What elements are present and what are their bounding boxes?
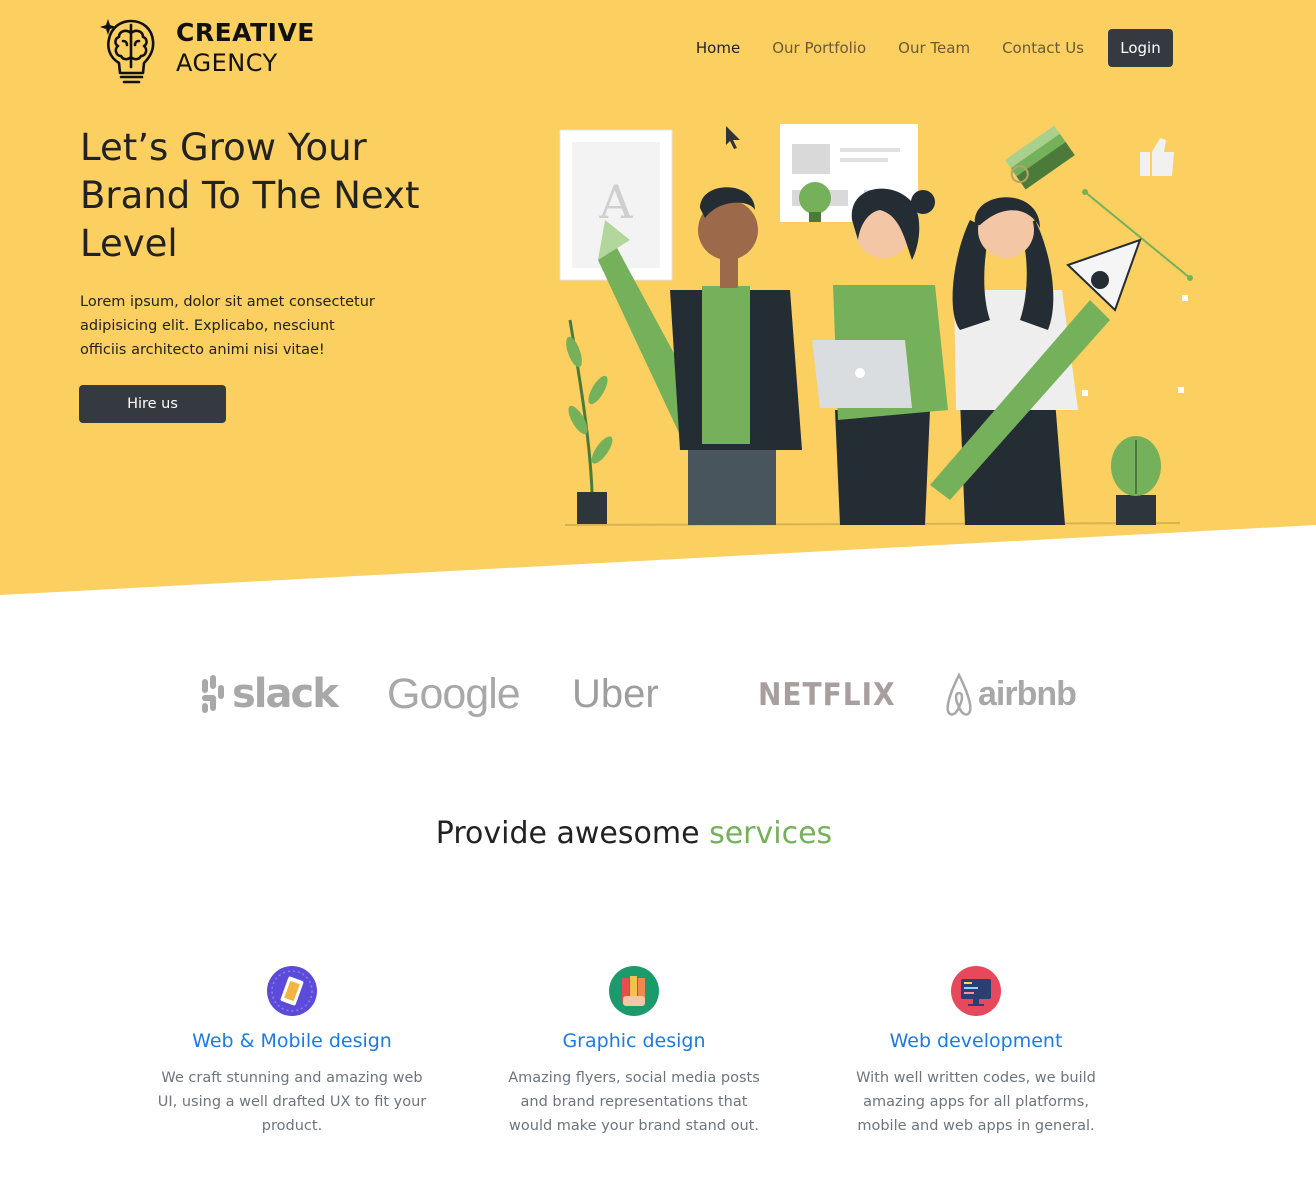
airbnb-icon [946, 672, 972, 716]
login-button[interactable]: Login [1108, 29, 1173, 67]
brand-logo[interactable]: CREATIVE AGENCY [99, 11, 315, 85]
service-card-graphic: Graphic design Amazing flyers, social me… [489, 966, 779, 1138]
slack-logo: slack [200, 662, 339, 726]
services-heading-main: Provide awesome [435, 816, 710, 851]
services-heading-accent: services [709, 816, 833, 851]
mobile-design-icon [267, 966, 317, 1016]
nav-home[interactable]: Home [696, 39, 740, 57]
slack-icon [202, 675, 224, 713]
color-palette-icon [609, 966, 659, 1016]
code-monitor-icon [951, 966, 1001, 1016]
service-description: With well written codes, we build amazin… [856, 1070, 1096, 1134]
hero-title: Let’s Grow Your Brand To The Next Level [80, 126, 420, 265]
service-card-web-dev: Web development With well written codes,… [831, 966, 1121, 1138]
service-card-web-mobile: Web & Mobile design We craft stunning an… [147, 966, 437, 1138]
swatches-graphic [1005, 125, 1075, 190]
airbnb-logo: airbnb [944, 662, 1077, 726]
team-illustration: A [559, 124, 1193, 526]
service-title: Web development [889, 1030, 1063, 1052]
google-logo: Google [387, 662, 521, 726]
brain-bulb-icon [100, 19, 155, 84]
svg-text:A: A [598, 175, 633, 229]
airbnb-wordmark: airbnb [978, 674, 1077, 713]
slack-wordmark: slack [232, 671, 339, 717]
services-heading: Provide awesome services [0, 816, 1268, 851]
netflix-logo: NETFLIX [758, 662, 896, 726]
plant-left-graphic [566, 319, 613, 524]
person-left-graphic [670, 187, 802, 525]
hero-description: Lorem ipsum, dolor sit amet consectetur … [80, 294, 375, 358]
service-description: We craft stunning and amazing web UI, us… [157, 1070, 427, 1134]
service-description: Amazing flyers, social media posts and b… [508, 1070, 760, 1134]
netflix-wordmark: NETFLIX [758, 675, 896, 713]
cactus-graphic [1111, 436, 1161, 525]
person-middle-graphic [812, 188, 948, 525]
brand-name-line1: CREATIVE [176, 18, 315, 47]
uber-logo: Uber [572, 662, 659, 726]
google-wordmark: Google [387, 669, 521, 718]
nav-portfolio[interactable]: Our Portfolio [772, 39, 866, 57]
service-title: Graphic design [562, 1030, 706, 1052]
partner-logos: slack Google Uber NETFLIX airbnb [200, 662, 1077, 726]
uber-wordmark: Uber [572, 671, 659, 716]
nav-team[interactable]: Our Team [898, 39, 970, 57]
main-nav: Home Our Portfolio Our Team Contact Us L… [664, 29, 1173, 67]
service-title: Web & Mobile design [192, 1030, 392, 1052]
brand-name-line2: AGENCY [176, 49, 278, 77]
person-right-graphic [930, 197, 1142, 525]
hire-us-button[interactable]: Hire us [79, 385, 226, 423]
nav-contact[interactable]: Contact Us [1002, 39, 1084, 57]
